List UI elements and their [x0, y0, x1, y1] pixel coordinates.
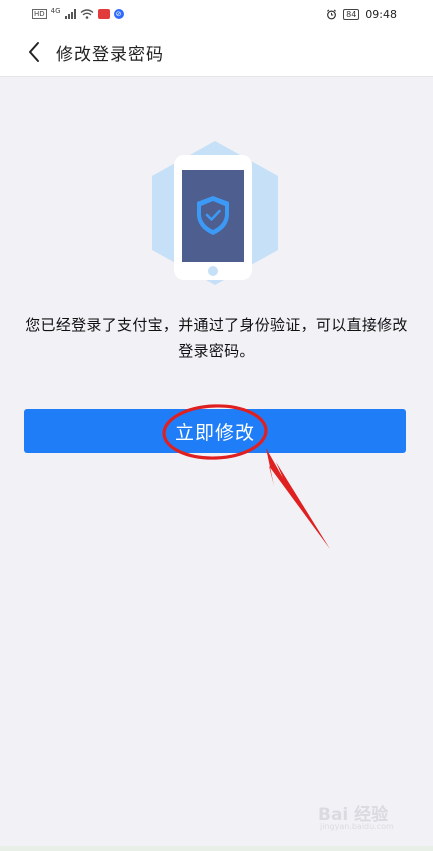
network-type: 4G [50, 7, 61, 15]
annotation-arrow [266, 448, 330, 549]
bottom-edge [0, 846, 433, 851]
notification-app-icon-2: ⊘ [113, 9, 124, 19]
clock: 09:48 [365, 7, 397, 21]
baidu-watermark: Bai 经验 jingyan.baidu.com [318, 800, 413, 836]
status-right: 84 09:48 [326, 8, 433, 21]
status-bar: HD 4G ⊘ 84 09:48 [0, 0, 433, 28]
page-title: 修改登录密码 [56, 44, 164, 65]
signal-icon [64, 9, 76, 19]
modify-now-button[interactable]: 立即修改 [24, 409, 406, 453]
chevron-left-icon [29, 42, 39, 62]
phone-shield-illustration [152, 141, 278, 285]
notification-app-icon [97, 9, 110, 19]
description-text: 您已经登录了支付宝，并通过了身份验证，可以直接修改登录密码。 [25, 316, 408, 360]
watermark-url: jingyan.baidu.com [320, 822, 394, 831]
alarm-icon [327, 9, 337, 19]
hd-indicator: HD [32, 9, 47, 19]
nav-bar: 修改登录密码 [0, 28, 433, 77]
battery-icon: 84 [343, 8, 360, 20]
back-button[interactable] [14, 32, 54, 72]
status-left: HD 4G ⊘ [0, 7, 124, 19]
wifi-icon [80, 9, 93, 19]
